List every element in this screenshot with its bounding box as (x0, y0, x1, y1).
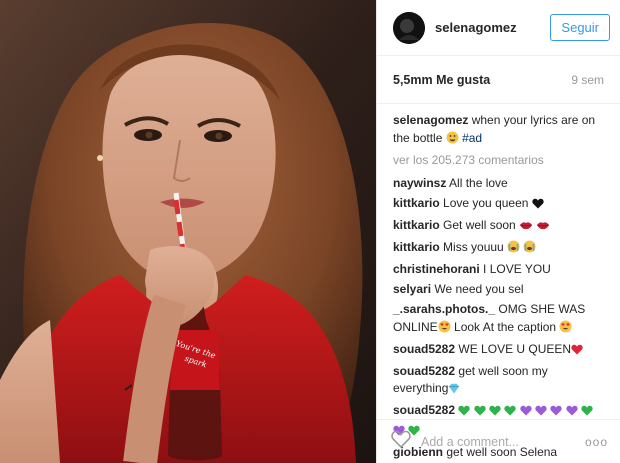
comment-text: We need you sel (434, 282, 524, 296)
crying-face-icon (523, 240, 536, 259)
post-sidebar: selenagomez Seguir 5,5mm Me gusta 9 sem … (376, 0, 620, 463)
comment-username[interactable]: naywinsz (393, 176, 446, 190)
comments-section: selenagomez when your lyrics are on the … (377, 104, 620, 461)
lips-icon (519, 219, 533, 237)
view-more-comments-link[interactable]: ver los 205.273 comentarios (393, 152, 604, 170)
comment: _.sarahs.photos._ OMG SHE WAS ONLINE Loo… (393, 301, 604, 338)
follow-button[interactable]: Seguir (550, 14, 610, 41)
instagram-post: You're the spark selenagomez Seguir 5,5m… (0, 0, 620, 463)
post-time[interactable]: 9 sem (571, 73, 604, 87)
comment-username[interactable]: kittkario (393, 218, 440, 232)
hashtag-link[interactable]: #ad (462, 131, 482, 145)
photo-illustration: You're the spark (0, 0, 376, 463)
comment: souad5282 WE LOVE U QUEEN (393, 341, 604, 361)
post-header: selenagomez Seguir (377, 0, 620, 56)
caption: selenagomez when your lyrics are on the … (393, 112, 604, 149)
comment-username[interactable]: souad5282 (393, 364, 455, 378)
username[interactable]: selenagomez (435, 20, 550, 35)
comment-username[interactable]: souad5282 (393, 342, 455, 356)
red-heart-icon (571, 343, 583, 361)
heart-outline-icon[interactable] (391, 430, 411, 453)
comment-username[interactable]: kittkario (393, 240, 440, 254)
comment: souad5282 get well soon my everything (393, 363, 604, 400)
comment-text: Miss youuu (443, 240, 504, 254)
comment: naywinsz All the love (393, 175, 604, 193)
comment-username[interactable]: kittkario (393, 196, 440, 210)
heart-eyes-icon (559, 320, 572, 339)
post-photo[interactable]: You're the spark (0, 0, 376, 463)
add-comment-input[interactable]: Add a comment... (421, 435, 585, 449)
add-comment-bar: Add a comment... ooo (377, 419, 620, 463)
comment-text: WE LOVE U QUEEN (458, 341, 572, 356)
post-meta: 5,5mm Me gusta 9 sem (377, 56, 620, 104)
comment-text: All the love (449, 176, 508, 190)
more-options-button[interactable]: ooo (585, 435, 608, 449)
heart-eyes-icon (438, 320, 451, 339)
likes-count[interactable]: 5,5mm Me gusta (393, 73, 490, 87)
avatar[interactable] (393, 11, 425, 44)
comment: christinehorani I LOVE YOU (393, 261, 604, 279)
caption-username[interactable]: selenagomez (393, 113, 468, 127)
comment-username[interactable]: christinehorani (393, 262, 480, 276)
comment-text-continued: Look At the caption (454, 319, 557, 334)
comment: kittkario Love you queen (393, 195, 604, 215)
black-heart-icon (532, 197, 544, 215)
comment-username[interactable]: selyari (393, 282, 431, 296)
drool-face-icon (446, 131, 459, 150)
comment-username[interactable]: souad5282 (393, 403, 455, 417)
diamond-icon (448, 382, 460, 400)
comment-text: Get well soon (443, 218, 516, 232)
comment: kittkario Get well soon (393, 217, 604, 237)
crying-face-icon (507, 240, 520, 259)
comment: kittkario Miss youuu (393, 239, 604, 259)
comment-username[interactable]: _.sarahs.photos._ (393, 302, 495, 316)
comment: selyari We need you sel (393, 281, 604, 299)
avatar-image (393, 11, 425, 44)
comment-text: Love you queen (443, 196, 529, 210)
lips-icon (536, 219, 550, 237)
comment-text: I LOVE YOU (483, 262, 551, 276)
